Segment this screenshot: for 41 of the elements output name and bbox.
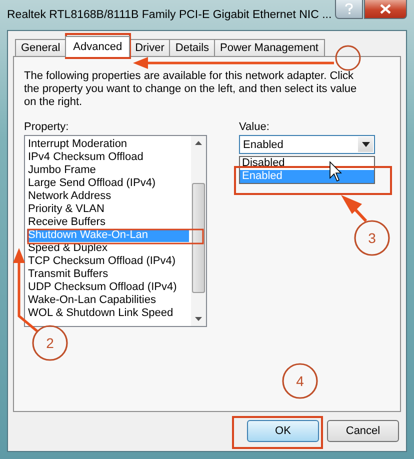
help-button[interactable] — [335, 0, 363, 19]
tab[interactable]: General — [15, 39, 66, 56]
property-item[interactable]: Jumbo Frame — [27, 164, 189, 177]
scrollbar[interactable] — [191, 136, 206, 326]
property-item[interactable]: TCP Checksum Offload (IPv4) — [27, 255, 189, 268]
scroll-thumb[interactable] — [192, 183, 205, 293]
help-icon — [344, 3, 354, 15]
property-item[interactable]: Transmit Buffers — [27, 268, 189, 281]
value-label: Value: — [239, 121, 270, 134]
property-item[interactable]: IPv4 Checksum Offload — [27, 151, 189, 164]
property-item[interactable]: WOL & Shutdown Link Speed — [27, 307, 189, 320]
arrow — [341, 195, 368, 222]
annotation-marker: 2 — [32, 325, 68, 361]
property-label: Property: — [24, 121, 70, 134]
dropdown-option[interactable]: Disabled — [240, 157, 374, 170]
close-icon — [380, 4, 391, 14]
highlight-frame — [65, 33, 131, 59]
property-item[interactable]: Interrupt Moderation — [27, 138, 189, 151]
value-dropdown[interactable]: Enabled — [239, 135, 375, 154]
dropdown-arrow-icon — [362, 142, 370, 147]
property-item[interactable]: UDP Checksum Offload (IPv4) — [27, 281, 189, 294]
property-item[interactable]: Network Address — [27, 190, 189, 203]
tab[interactable]: Driver — [129, 39, 170, 56]
property-item[interactable]: Wake-On-Lan Capabilities — [27, 294, 189, 307]
property-item[interactable]: Receive Buffers — [27, 216, 189, 229]
property-item[interactable]: Large Send Offload (IPv4) — [27, 177, 189, 190]
tab[interactable]: Advanced — [65, 36, 130, 57]
cancel-button[interactable]: Cancel — [327, 420, 399, 442]
property-item[interactable]: Priority & VLAN — [27, 203, 189, 216]
close-button[interactable] — [364, 0, 407, 19]
tab[interactable]: Power Management — [214, 39, 324, 56]
property-list[interactable] — [24, 135, 207, 327]
scroll-down-icon[interactable] — [195, 317, 202, 321]
annotation-marker: 3 — [354, 220, 390, 256]
tab[interactable]: Details — [169, 39, 216, 56]
window-title: Realtek RTL8168B/8111B Family PCI-E Gigabit Ethernet NIC ... — [7, 9, 332, 21]
scroll-up-icon[interactable] — [195, 141, 202, 145]
ok-button[interactable]: OK — [247, 420, 319, 442]
annotation-marker: 4 — [282, 363, 318, 399]
annotation-circle — [335, 45, 361, 71]
description-text: The following properties are available for this network adapter. Click the property you want to change on the left, and then select its value on the right. — [24, 70, 358, 109]
